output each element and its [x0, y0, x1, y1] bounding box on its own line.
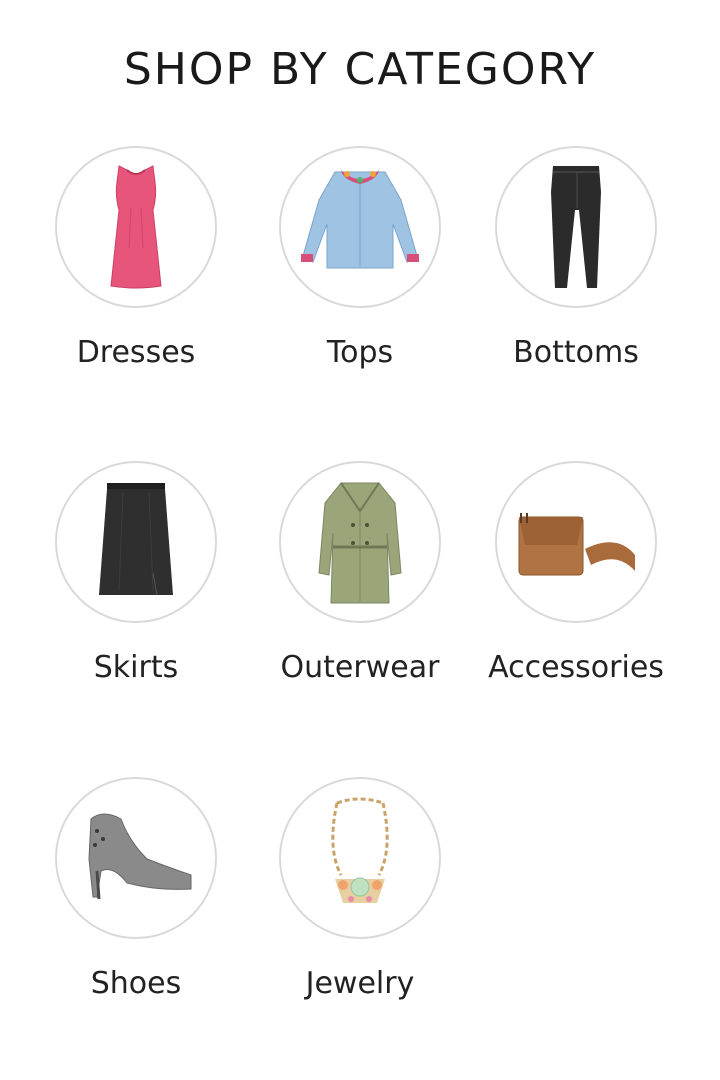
category-outerwear[interactable]: Outerwear: [250, 461, 470, 686]
necklace-icon: [331, 797, 389, 903]
category-thumbnail[interactable]: [279, 146, 441, 308]
category-thumbnail[interactable]: [55, 777, 217, 939]
category-thumbnail[interactable]: [495, 461, 657, 623]
category-label[interactable]: Bottoms: [466, 335, 686, 371]
category-thumbnail[interactable]: [55, 461, 217, 623]
category-thumbnail[interactable]: [55, 146, 217, 308]
category-label[interactable]: Accessories: [466, 650, 686, 686]
category-label[interactable]: Skirts: [26, 650, 246, 686]
category-thumbnail[interactable]: [279, 461, 441, 623]
trench-coat-icon: [318, 482, 402, 604]
category-label[interactable]: Tops: [250, 335, 470, 371]
category-jewelry[interactable]: Jewelry: [250, 777, 470, 1002]
dress-icon: [110, 165, 162, 289]
category-label[interactable]: Shoes: [26, 966, 246, 1002]
bag-icon: [518, 513, 635, 576]
jeans-icon: [551, 166, 601, 288]
page-title: SHOP BY CATEGORY: [123, 44, 597, 95]
category-dresses[interactable]: Dresses: [26, 146, 246, 371]
bootie-icon: [88, 813, 192, 900]
category-thumbnail[interactable]: [279, 777, 441, 939]
category-shoes[interactable]: Shoes: [26, 777, 246, 1002]
category-accessories[interactable]: Accessories: [466, 461, 686, 686]
category-label[interactable]: Dresses: [26, 335, 246, 371]
blouse-icon: [301, 170, 419, 269]
category-skirts[interactable]: Skirts: [26, 461, 246, 686]
category-label[interactable]: Outerwear: [250, 650, 470, 686]
category-tops[interactable]: Tops: [250, 146, 470, 371]
category-label[interactable]: Jewelry: [250, 966, 470, 1002]
category-bottoms[interactable]: Bottoms: [466, 146, 686, 371]
category-thumbnail[interactable]: [495, 146, 657, 308]
skirt-icon: [99, 483, 173, 596]
